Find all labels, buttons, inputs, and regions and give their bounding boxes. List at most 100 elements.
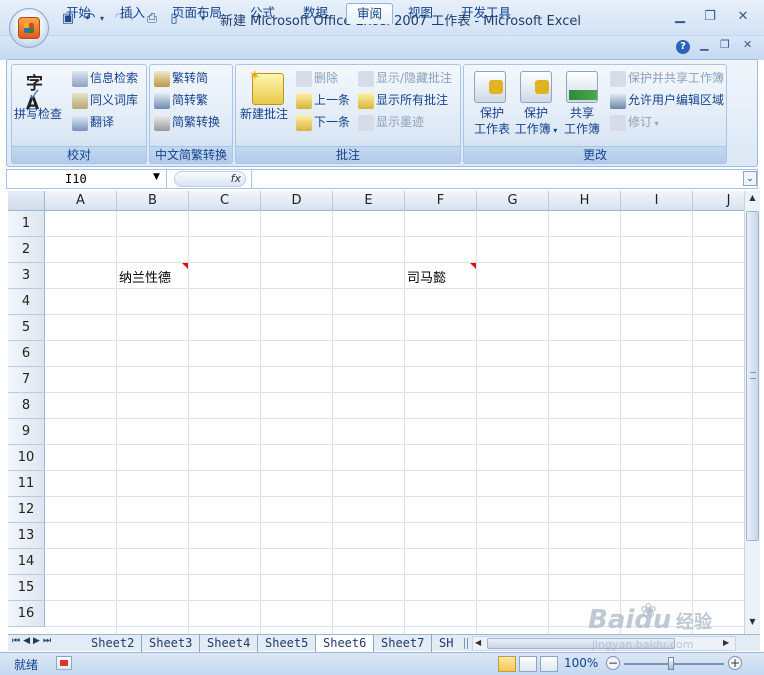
share-workbook-button[interactable]: 共享 工作簿 [562,105,602,137]
minimize-icon[interactable]: ▁ [670,8,690,26]
ribbon-minimize-icon[interactable]: ▁ [700,38,708,51]
zoom-out-icon[interactable]: − [606,656,620,670]
close-icon[interactable]: ✕ [733,8,753,26]
tab-page-layout[interactable]: 页面布局 [162,3,232,24]
scroll-down-icon[interactable]: ▼ [746,617,759,631]
comment-indicator-b3[interactable] [182,263,188,269]
column-header-i[interactable]: I [621,191,693,211]
thesaurus-button[interactable]: 同义词库 [72,91,138,109]
row-header-6[interactable]: 6 [8,341,45,367]
tab-insert[interactable]: 插入 [110,3,155,24]
row-header-14[interactable]: 14 [8,549,45,575]
ribbon-close-icon[interactable]: ✕ [743,38,752,51]
to-traditional-button[interactable]: 简转繁 [154,91,208,109]
tab-formulas[interactable]: 公式 [240,3,285,24]
row-header-15[interactable]: 15 [8,575,45,601]
restore-icon[interactable]: ❐ [700,8,720,26]
column-header-h[interactable]: H [549,191,621,211]
column-header-a[interactable]: A [45,191,117,211]
sheet-nav-icon[interactable]: ⏮◀▶⏭ [12,636,54,646]
tab-developer[interactable]: 开发工具 [451,3,521,24]
sheet-tab-sheet6[interactable]: Sheet6 [316,635,375,652]
column-header-b[interactable]: B [117,191,189,211]
expand-formula-bar-icon[interactable]: ⌄ [743,171,757,186]
sheet-tab-sheet2[interactable]: Sheet2 [84,635,143,652]
comment-indicator-f3[interactable] [470,263,476,269]
tab-home[interactable]: 开始 [56,3,101,24]
tab-split-handle[interactable] [464,638,468,649]
row-header-1[interactable]: 1 [8,211,45,237]
column-header-d[interactable]: D [261,191,333,211]
protect-sheet-button[interactable]: 保护 工作表 [474,105,510,137]
show-hide-comment-button[interactable]: 显示/隐藏批注 [358,69,452,87]
show-ink-button[interactable]: 显示墨迹 [358,113,424,131]
sheet-tab-sheet5[interactable]: Sheet5 [258,635,317,652]
protect-share-button[interactable]: 保护并共享工作簿 [610,69,724,87]
row-header-11[interactable]: 11 [8,471,45,497]
vertical-scrollbar[interactable]: ▲ ▼ [744,191,760,634]
help-icon[interactable]: ? [676,40,690,54]
formula-input[interactable] [251,170,741,188]
name-box-dropdown-icon[interactable]: ▼ [153,172,160,182]
page-break-view-icon[interactable] [540,656,558,672]
row-header-8[interactable]: 8 [8,393,45,419]
column-header-j[interactable]: J [693,191,744,211]
select-all-corner[interactable] [8,191,45,211]
zoom-in-icon[interactable]: + [728,656,742,670]
row-header-12[interactable]: 12 [8,497,45,523]
spellcheck-icon: 字A ✓ [26,74,43,114]
translate-button[interactable]: 翻译 [72,113,114,131]
page-layout-view-icon[interactable] [519,656,537,672]
vertical-scroll-thumb[interactable] [746,211,759,541]
baidu-watermark-url: jingyan.baidu.com [592,638,694,651]
next-comment-button[interactable]: 下一条 [296,113,350,131]
insert-function-button[interactable]: fx [174,171,246,187]
normal-view-icon[interactable] [498,656,516,672]
new-comment-button[interactable]: 新建批注 [240,105,288,123]
cell-b3[interactable]: 纳兰性德 [117,266,188,291]
row-header-7[interactable]: 7 [8,367,45,393]
office-button[interactable] [9,8,49,48]
row-header-10[interactable]: 10 [8,445,45,471]
tab-review[interactable]: 审阅 [346,3,394,24]
row-header-4[interactable]: 4 [8,289,45,315]
tab-view[interactable]: 视图 [398,3,443,24]
scroll-right-icon[interactable]: ▶ [723,638,729,647]
zoom-level[interactable]: 100% [564,656,598,670]
macro-record-icon[interactable] [56,656,72,670]
sheet-tab-truncated[interactable]: SH [432,635,460,652]
row-header-5[interactable]: 5 [8,315,45,341]
to-simplified-button[interactable]: 繁转简 [154,69,208,87]
column-header-e[interactable]: E [333,191,405,211]
sheet-tab-sheet4[interactable]: Sheet4 [200,635,259,652]
research-button[interactable]: 信息检索 [72,69,138,87]
ribbon-restore-icon[interactable]: ❐ [720,38,730,51]
row-header-3[interactable]: 3 [8,263,45,289]
worksheet-grid[interactable]: A B C D E F G H I J 1 2 3 4 5 6 7 8 9 10… [8,191,744,634]
previous-comment-button[interactable]: 上一条 [296,91,350,109]
protect-workbook-button[interactable]: 保护 工作簿 ▾ [512,105,560,139]
cell-f3[interactable]: 司马懿 [405,266,476,291]
track-changes-button[interactable]: 修订 ▾ [610,113,659,133]
spellcheck-button[interactable]: 拼写检查 [14,105,62,123]
sheet-tab-sheet7[interactable]: Sheet7 [374,635,433,652]
convert-button[interactable]: 简繁转换 [154,113,220,131]
sheet-tab-sheet3[interactable]: Sheet3 [142,635,201,652]
delete-comment-button[interactable]: 删除 [296,69,338,87]
scroll-up-icon[interactable]: ▲ [746,193,759,207]
name-box[interactable]: I10 [7,170,167,188]
column-header-c[interactable]: C [189,191,261,211]
column-header-g[interactable]: G [477,191,549,211]
scroll-left-icon[interactable]: ◀ [475,638,481,647]
row-header-2[interactable]: 2 [8,237,45,263]
column-header-f[interactable]: F [405,191,477,211]
row-header-9[interactable]: 9 [8,419,45,445]
zoom-slider-thumb[interactable] [668,657,674,670]
allow-edit-button[interactable]: 允许用户编辑区域 [610,91,724,109]
tab-data[interactable]: 数据 [293,3,338,24]
show-all-comments-button[interactable]: 显示所有批注 [358,91,448,109]
row-header-16[interactable]: 16 [8,601,45,627]
row-header-13[interactable]: 13 [8,523,45,549]
track-changes-icon [610,114,626,131]
zoom-slider-track[interactable] [624,663,724,665]
